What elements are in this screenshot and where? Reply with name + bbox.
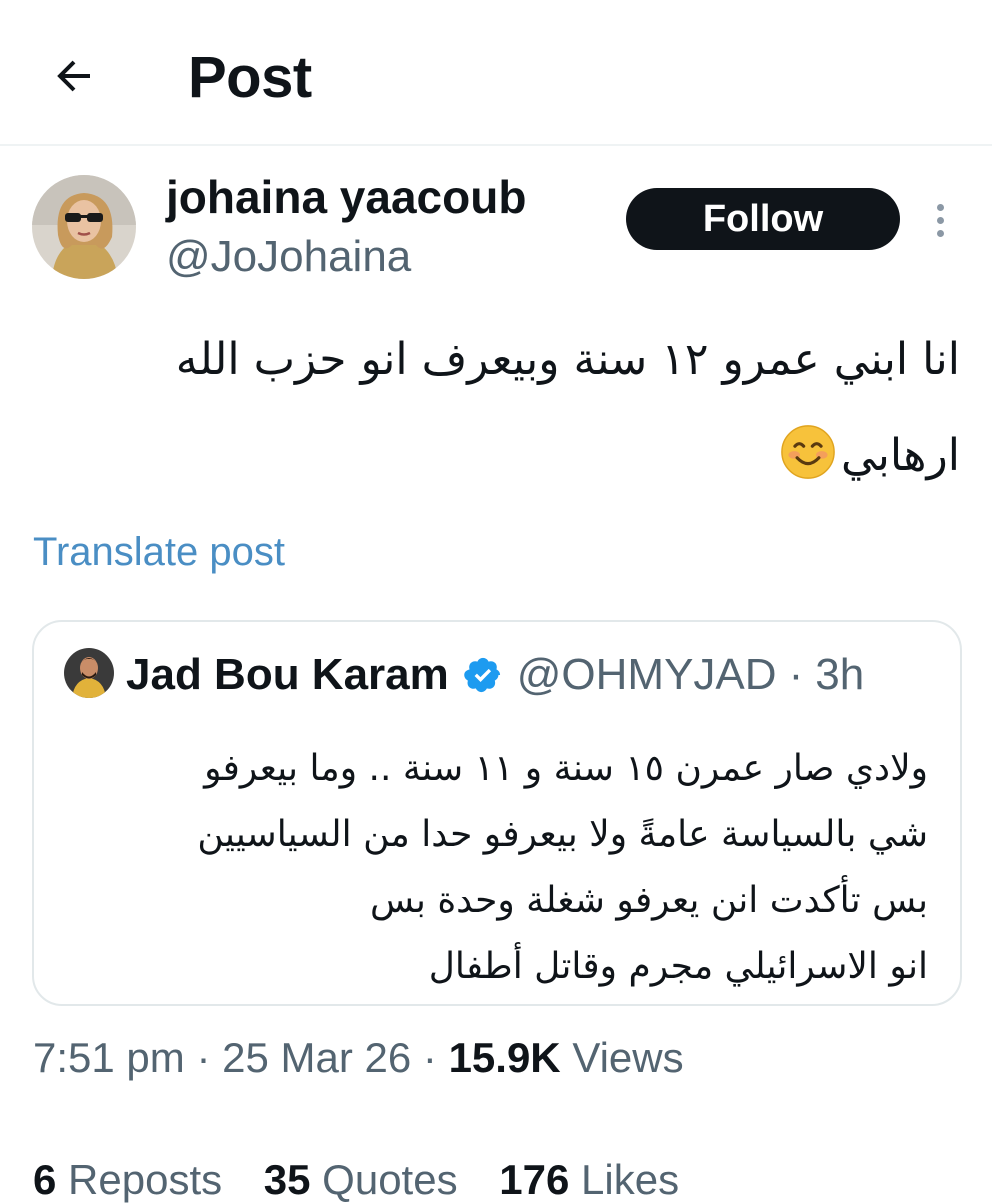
quotes-label: Quotes bbox=[322, 1156, 458, 1203]
quoted-author-handle: @OHMYJAD bbox=[516, 650, 777, 699]
post-metadata: 7:51 pm · 25 Mar 26 · 15.9K Views bbox=[33, 1034, 684, 1082]
quoted-text-line: انو الاسرائيلي مجرم وقاتل أطفال bbox=[428, 946, 928, 987]
engagement-stats: 6 Reposts 35 Quotes 176 Likes bbox=[33, 1156, 709, 1204]
views-label: Views bbox=[572, 1034, 684, 1081]
separator-dot: · bbox=[196, 1034, 211, 1081]
author-avatar-image bbox=[32, 175, 136, 279]
reposts-count: 6 bbox=[33, 1156, 57, 1203]
quoted-text-line: ولادي صار عمرن ١٥ سنة و ١١ سنة .. وما بي… bbox=[204, 748, 928, 789]
separator-dot: · bbox=[422, 1034, 437, 1081]
quoted-text-line: شي بالسياسة عامةً ولا بيعرفو حدا من السي… bbox=[197, 814, 928, 855]
quotes-count: 35 bbox=[263, 1156, 311, 1203]
views-count: 15.9K bbox=[448, 1034, 561, 1081]
verified-badge-icon bbox=[464, 657, 500, 693]
arrow-left-icon bbox=[57, 60, 90, 92]
top-bar: Post bbox=[0, 0, 992, 146]
quoted-post-header: Jad Bou Karam @OHMYJAD · 3h bbox=[126, 650, 864, 700]
likes-label: Likes bbox=[581, 1156, 680, 1203]
quoted-post-time: 3h bbox=[815, 650, 865, 699]
quoted-post-card[interactable]: Jad Bou Karam @OHMYJAD · 3h ولادي صار عم… bbox=[32, 620, 962, 1006]
post-text-line: انا ابني عمرو ١٢ سنة وبيعرف انو حزب الله bbox=[175, 334, 960, 385]
post-text: انا ابني عمرو ١٢ سنة وبيعرف انو حزب الله… bbox=[60, 312, 960, 504]
post-time[interactable]: 7:51 pm bbox=[33, 1034, 185, 1081]
smiling-face-emoji-icon bbox=[781, 425, 835, 479]
likes-count: 176 bbox=[499, 1156, 570, 1203]
quoted-text-line: بس تأكدت انن يعرفو شغلة وحدة بس bbox=[369, 880, 928, 921]
author-name[interactable]: johaina yaacoub bbox=[166, 170, 526, 224]
post-text-line: ارهابي bbox=[60, 408, 960, 504]
author-avatar[interactable] bbox=[32, 175, 136, 279]
likes-stat[interactable]: 176 Likes bbox=[499, 1156, 679, 1203]
quoted-author-name: Jad Bou Karam bbox=[126, 650, 449, 699]
post-date[interactable]: 25 Mar 26 bbox=[222, 1034, 411, 1081]
more-options-icon[interactable] bbox=[926, 196, 954, 244]
translate-post-link[interactable]: Translate post bbox=[33, 530, 285, 575]
separator-dot: · bbox=[788, 650, 804, 699]
quotes-stat[interactable]: 35 Quotes bbox=[264, 1156, 458, 1203]
quoted-post-text: ولادي صار عمرن ١٥ سنة و ١١ سنة .. وما بي… bbox=[68, 736, 928, 1000]
quoted-author-avatar bbox=[64, 648, 114, 698]
reposts-label: Reposts bbox=[68, 1156, 223, 1203]
author-handle[interactable]: @JoJohaina bbox=[166, 232, 411, 282]
reposts-stat[interactable]: 6 Reposts bbox=[33, 1156, 222, 1203]
page-title: Post bbox=[188, 45, 312, 110]
post-text-word: ارهابي bbox=[840, 430, 960, 481]
back-button[interactable] bbox=[44, 46, 104, 106]
follow-button[interactable]: Follow bbox=[626, 188, 900, 250]
